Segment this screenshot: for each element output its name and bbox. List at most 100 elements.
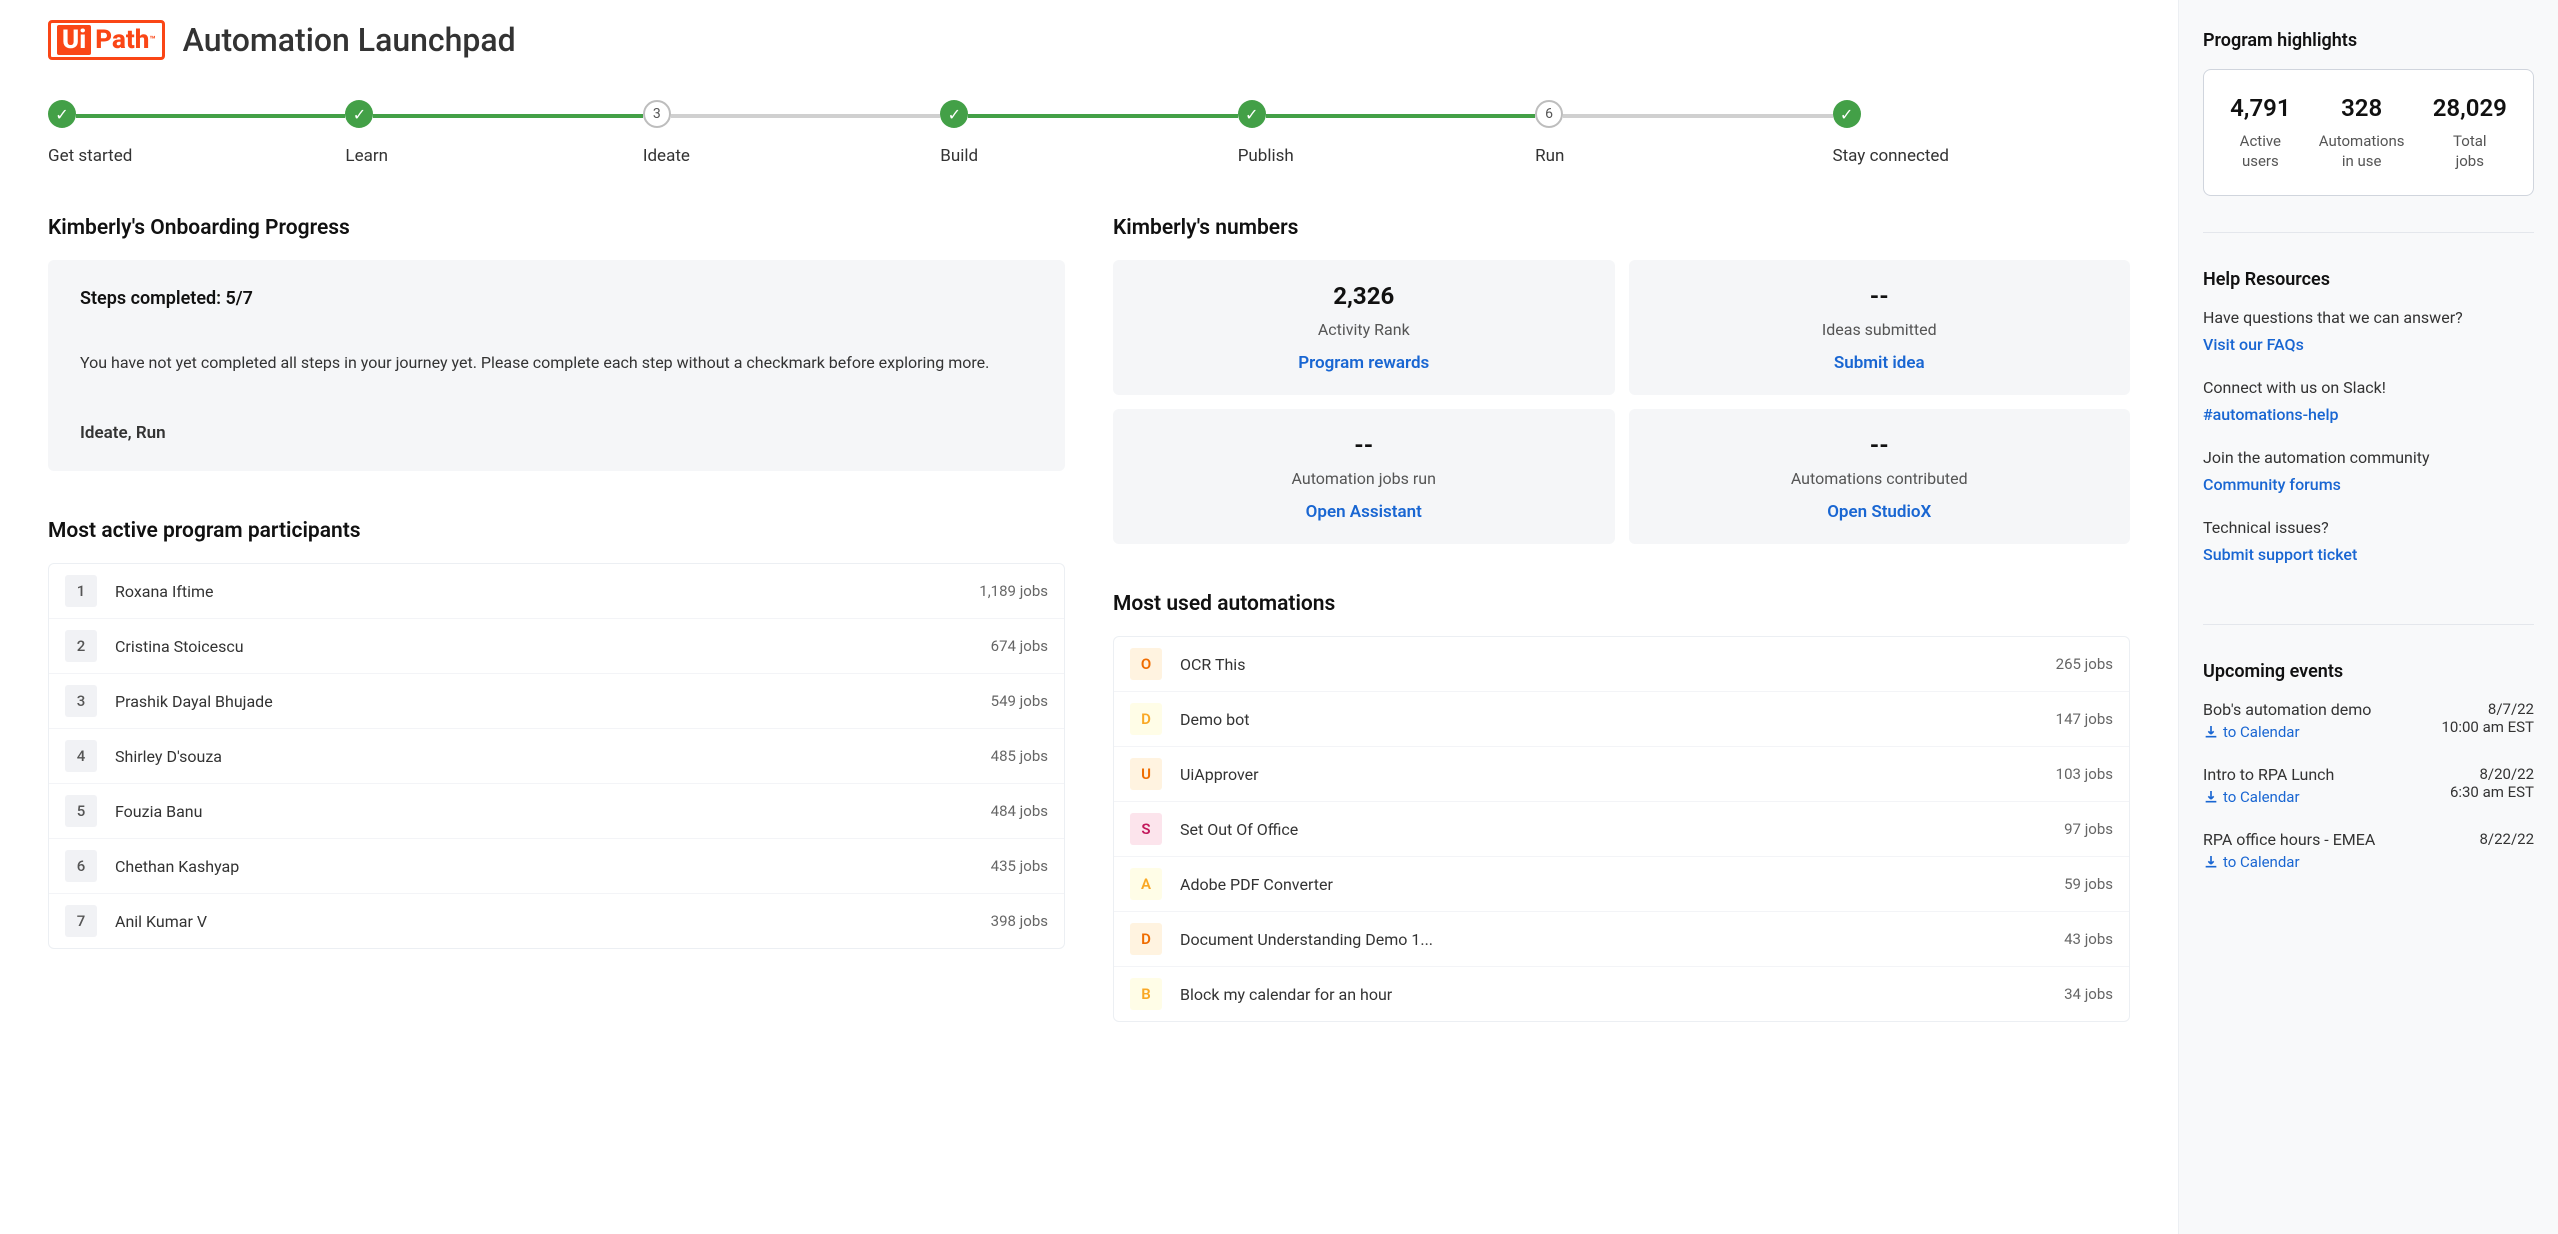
automation-badge: U <box>1130 758 1162 790</box>
step-get started[interactable]: ✓Get started <box>48 100 345 166</box>
participant-name: Anil Kumar V <box>115 912 991 931</box>
step-circle-pending: 6 <box>1535 100 1563 128</box>
rank-badge: 1 <box>65 575 97 607</box>
stat-link[interactable]: Open StudioX <box>1641 502 2119 522</box>
highlight-cell: 28,029Total jobs <box>2433 94 2507 171</box>
highlight-label: Total jobs <box>2433 132 2507 171</box>
participants-list: 1Roxana Iftime1,189 jobs 2 Cristina Stoice… <box>48 563 1065 949</box>
events-title: Upcoming events <box>2203 661 2534 682</box>
participant-name: Prashik Dayal Bhujade <box>115 692 991 711</box>
job-count: 59 jobs <box>2064 875 2113 893</box>
check-icon: ✓ <box>1245 105 1258 124</box>
step-ideate[interactable]: 3Ideate <box>643 100 940 166</box>
participant-name: Fouzia Banu <box>115 802 991 821</box>
check-icon: ✓ <box>353 105 366 124</box>
help-question: Technical issues? <box>2203 518 2534 537</box>
job-count: 1,189 jobs <box>979 582 1048 600</box>
step-circle-complete: ✓ <box>48 100 76 128</box>
event-date: 8/20/22 <box>2450 765 2534 783</box>
rank-badge: 2 <box>65 630 97 662</box>
logo-path: Path <box>95 25 149 55</box>
step-circle-pending: 3 <box>643 100 671 128</box>
list-item[interactable]: U UiApprover103 jobs <box>1114 746 2129 801</box>
list-item[interactable]: 4Shirley D'souza485 jobs <box>49 728 1064 783</box>
highlight-cell: 4,791Active users <box>2230 94 2290 171</box>
stats-grid: 2,326Activity RankProgram rewards--Ideas… <box>1113 260 2130 544</box>
automation-badge: B <box>1130 978 1162 1010</box>
add-to-calendar-link[interactable]: to Calendar <box>2203 723 2371 741</box>
step-stay connected[interactable]: ✓Stay connected <box>1833 100 2130 166</box>
list-item[interactable]: 3Prashik Dayal Bhujade549 jobs <box>49 673 1064 728</box>
list-item[interactable]: DDemo bot147 jobs <box>1114 691 2129 746</box>
stat-card: --Automation jobs runOpen Assistant <box>1113 409 1615 544</box>
participants-title: Most active program participants <box>48 519 1065 543</box>
highlights-card: 4,791Active users328Automations in use28… <box>2203 69 2534 196</box>
sidebar-right: Program highlights 4,791Active users328A… <box>2178 0 2558 1234</box>
stat-card: 2,326Activity RankProgram rewards <box>1113 260 1615 395</box>
list-item[interactable]: SSet Out Of Office97 jobs <box>1114 801 2129 856</box>
automation-badge: D <box>1130 923 1162 955</box>
participant-name: Cristina Stoicescu <box>115 637 991 656</box>
job-count: 435 jobs <box>991 857 1048 875</box>
job-count: 549 jobs <box>991 692 1048 710</box>
list-item[interactable]: 7Anil Kumar V398 jobs <box>49 893 1064 948</box>
job-count: 485 jobs <box>991 747 1048 765</box>
stat-value: -- <box>1641 431 2119 459</box>
automation-badge: A <box>1130 868 1162 900</box>
list-item[interactable]: DDocument Understanding Demo 1...43 jobs <box>1114 911 2129 966</box>
add-to-calendar-link[interactable]: to Calendar <box>2203 788 2334 806</box>
stat-label: Activity Rank <box>1125 320 1603 339</box>
automations-title: Most used automations <box>1113 592 2130 616</box>
participant-name: Chethan Kashyap <box>115 857 991 876</box>
job-count: 103 jobs <box>2056 765 2113 783</box>
logo-ui: Ui <box>57 25 91 55</box>
event-item: Intro to RPA Lunchto Calendar8/20/226:30… <box>2203 765 2534 806</box>
list-item[interactable]: 6Chethan Kashyap435 jobs <box>49 838 1064 893</box>
step-label: Publish <box>1238 146 1535 166</box>
help-title: Help Resources <box>2203 269 2534 290</box>
help-link[interactable]: #automations-help <box>2203 405 2339 424</box>
participant-name: Shirley D'souza <box>115 747 991 766</box>
rank-badge: 7 <box>65 905 97 937</box>
list-item[interactable]: 2Cristina Stoicescu674 jobs <box>49 618 1064 673</box>
onboarding-missing: Ideate, Run <box>80 423 1033 443</box>
highlights-title: Program highlights <box>2203 30 2534 51</box>
list-item[interactable]: BBlock my calendar for an hour34 jobs <box>1114 966 2129 1021</box>
help-question: Join the automation community <box>2203 448 2534 467</box>
step-publish[interactable]: ✓ Publish <box>1238 100 1535 166</box>
automation-name: UiApprover <box>1180 765 2056 784</box>
stat-card: --Ideas submittedSubmit idea <box>1629 260 2131 395</box>
add-to-calendar-link[interactable]: to Calendar <box>2203 853 2375 871</box>
job-count: 484 jobs <box>991 802 1048 820</box>
list-item[interactable]: AAdobe PDF Converter59 jobs <box>1114 856 2129 911</box>
event-item: RPA office hours - EMEAto Calendar8/22/2… <box>2203 830 2534 871</box>
help-link[interactable]: Submit support ticket <box>2203 545 2357 564</box>
step-build[interactable]: ✓ Build <box>940 100 1237 166</box>
list-item[interactable]: OOCR This265 jobs <box>1114 637 2129 691</box>
automations-list: OOCR This265 jobsDDemo bot147 jobs U UiApp… <box>1113 636 2130 1022</box>
job-count: 97 jobs <box>2064 820 2113 838</box>
numbers-title: Kimberly's numbers <box>1113 216 2130 240</box>
download-icon <box>2203 789 2219 805</box>
event-item: Bob's automation demoto Calendar8/7/2210… <box>2203 700 2534 741</box>
help-question: Connect with us on Slack! <box>2203 378 2534 397</box>
help-link[interactable]: Community forums <box>2203 475 2341 494</box>
stat-link[interactable]: Program rewards <box>1125 353 1603 373</box>
stat-value: -- <box>1641 282 2119 310</box>
event-time: 10:00 am EST <box>2442 718 2535 736</box>
list-item[interactable]: 5Fouzia Banu484 jobs <box>49 783 1064 838</box>
check-icon: ✓ <box>948 105 961 124</box>
step-run[interactable]: 6Run <box>1535 100 1832 166</box>
step-learn[interactable]: ✓Learn <box>345 100 642 166</box>
job-count: 43 jobs <box>2064 930 2113 948</box>
step-circle-complete: ✓ <box>1833 100 1861 128</box>
stat-label: Automations contributed <box>1641 469 2119 488</box>
stat-link[interactable]: Submit idea <box>1641 353 2119 373</box>
step-label: Build <box>940 146 1237 166</box>
list-item[interactable]: 1Roxana Iftime1,189 jobs <box>49 564 1064 618</box>
stat-link[interactable]: Open Assistant <box>1125 502 1603 522</box>
progress-stepper: ✓Get started✓Learn3Ideate ✓ Build ✓ Publish6… <box>48 100 2130 166</box>
header: UiPath™ Automation Launchpad <box>48 20 2130 60</box>
help-question: Have questions that we can answer? <box>2203 308 2534 327</box>
help-link[interactable]: Visit our FAQs <box>2203 335 2304 354</box>
